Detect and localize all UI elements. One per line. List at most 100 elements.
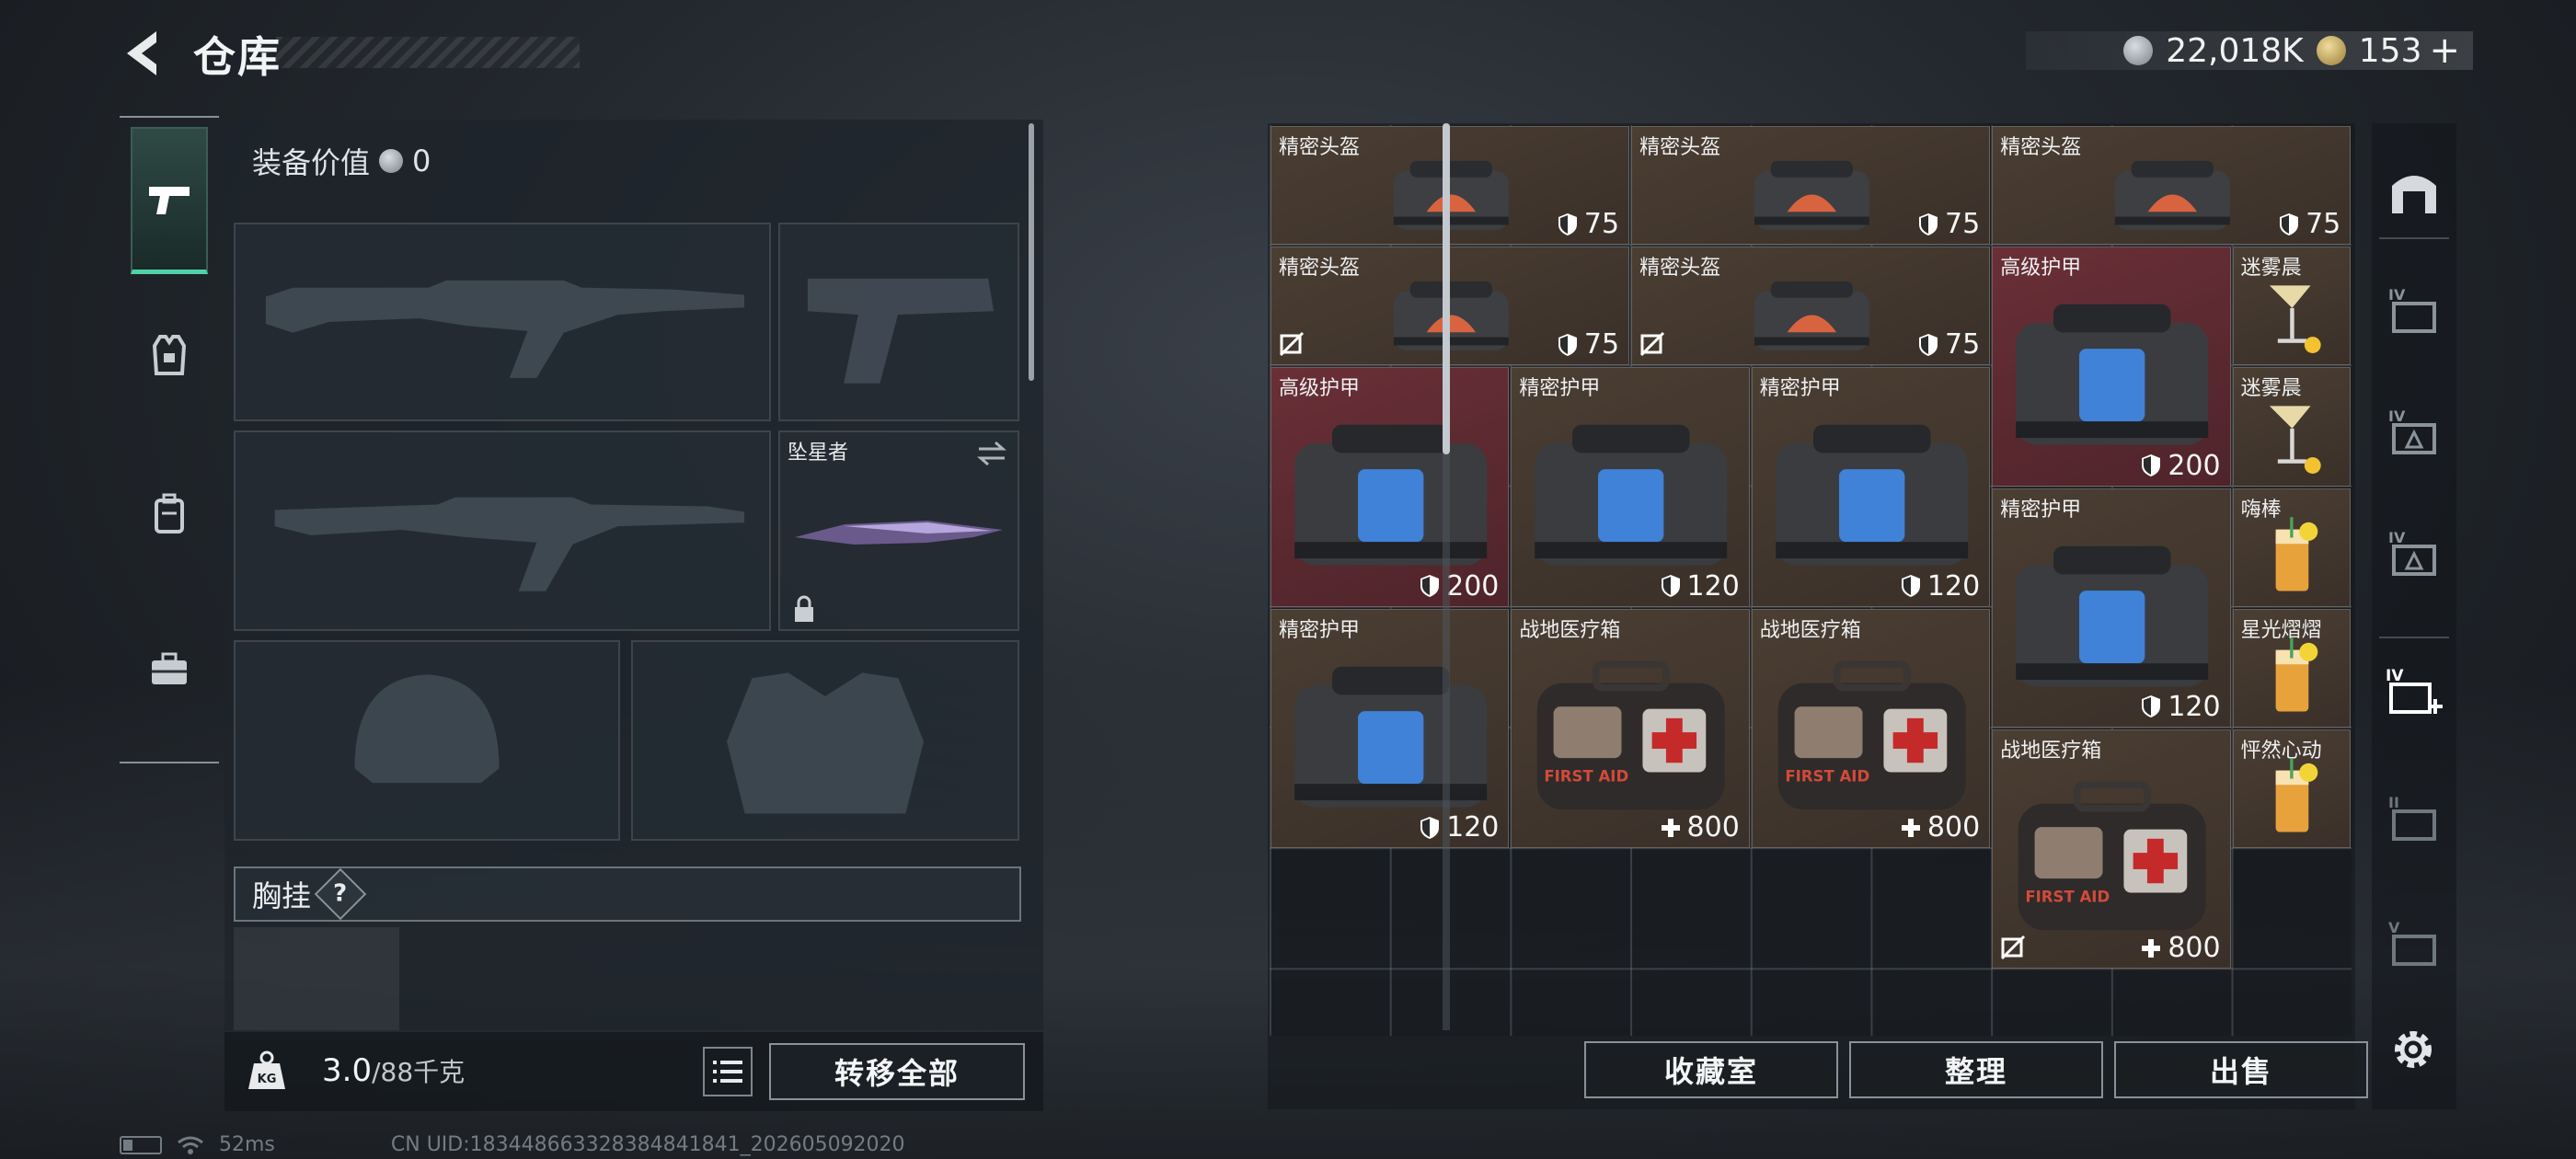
equipment-value-amount: 0 <box>412 143 431 178</box>
cocktail-glass-icon <box>2270 285 2322 354</box>
list-view-button[interactable] <box>703 1047 753 1096</box>
page-title: 仓库 <box>193 32 282 82</box>
organize-button[interactable]: 整理 <box>1849 1041 2103 1098</box>
sell-button[interactable]: 出售 <box>2114 1041 2368 1098</box>
no-insure-icon <box>1279 332 1305 357</box>
item-name: 高级护甲 <box>2000 257 2082 281</box>
chest-rig-label: 胸挂 <box>252 878 312 913</box>
handgun-silhouette-icon <box>807 278 995 384</box>
inventory-item[interactable]: 精密护甲 120 <box>1751 367 1991 607</box>
inventory-item[interactable]: 迷雾晨 <box>2232 247 2352 366</box>
silver-coin-icon <box>379 149 404 173</box>
item-name: 高级护甲 <box>1279 377 1361 401</box>
helmet-bag-art-icon <box>2114 160 2230 230</box>
back-arrow-icon <box>127 31 156 75</box>
equipment-value-label: 装备价值 <box>252 145 371 180</box>
item-stat: 200 <box>2140 450 2221 482</box>
primary-weapon-slot[interactable] <box>234 223 771 421</box>
silver-amount: 22,018K <box>2166 31 2304 70</box>
melee-slot[interactable]: 坠星者 <box>778 430 1019 631</box>
help-button[interactable]: ? <box>314 867 367 921</box>
warehouse-tab-iv-medical[interactable]: IV <box>2381 660 2447 727</box>
collection-room-button[interactable]: 收藏室 <box>1584 1041 1838 1098</box>
kg-badge-text: KG <box>258 1073 277 1086</box>
inventory-item[interactable]: 精密头盔 75 <box>1631 126 1991 246</box>
item-stat: 120 <box>2140 691 2221 723</box>
svg-text:IV: IV <box>2388 407 2406 425</box>
warehouse-scrollbar-thumb[interactable] <box>1443 123 1450 454</box>
pistol-icon <box>149 186 190 214</box>
inventory-item[interactable]: 精密护甲 120 <box>1992 488 2231 728</box>
settings-gear-icon[interactable] <box>2386 1023 2440 1076</box>
item-stat: 200 <box>1419 570 1499 602</box>
item-name: 战地医疗箱 <box>2000 740 2102 763</box>
transfer-all-button[interactable]: 转移全部 <box>769 1043 1025 1100</box>
shield-icon <box>2142 695 2161 718</box>
inventory-item[interactable]: 战地医疗箱 FIRST AID 800 <box>1511 608 1750 849</box>
svg-text:V: V <box>2388 919 2400 936</box>
silver-coin-icon <box>2123 36 2154 65</box>
chest-rig-slot[interactable] <box>234 927 399 1030</box>
category-supplies-tab[interactable] <box>131 596 208 743</box>
inventory-item[interactable]: 精密头盔 75 <box>1271 126 1630 246</box>
inventory-item[interactable]: 战地医疗箱 FIRST AID 800 <box>1992 729 2231 970</box>
back-button[interactable] <box>118 26 166 81</box>
weight-kg-icon: KG <box>248 1050 285 1089</box>
svg-text:II: II <box>2388 794 2399 811</box>
inventory-item[interactable]: 精密护甲 120 <box>1511 367 1750 607</box>
carry-weight-capacity: /88千克 <box>372 1057 466 1087</box>
medkit-label-text: FIRST AID <box>1785 767 1869 785</box>
inventory-item[interactable]: 高级护甲 200 <box>1992 247 2231 487</box>
medkit-art-icon: FIRST AID <box>1537 660 1726 810</box>
loadout-scrollbar[interactable] <box>1029 123 1034 381</box>
warehouse-door-icon <box>2392 176 2436 213</box>
add-gold-button[interactable]: + <box>2429 29 2460 72</box>
inventory-item[interactable]: 迷雾晨 <box>2232 367 2352 487</box>
item-name: 精密头盔 <box>1279 257 1361 281</box>
item-name: 战地医疗箱 <box>1759 618 1861 642</box>
inventory-item[interactable]: 精密头盔 75 <box>1631 247 1991 366</box>
heal-plus-icon <box>1901 818 1920 837</box>
shield-icon <box>1919 212 1938 235</box>
category-weapons-tab[interactable] <box>131 127 208 274</box>
item-stat-value: 120 <box>1686 569 1740 602</box>
item-name: 精密护甲 <box>1279 618 1361 642</box>
medkit-label-text: FIRST AID <box>1545 767 1629 785</box>
helmet-slot[interactable] <box>234 640 620 841</box>
inventory-item[interactable]: 星光熠熠 <box>2232 608 2352 728</box>
item-name: 精密头盔 <box>2000 136 2082 159</box>
tab-separator <box>2379 637 2449 638</box>
warehouse-tab-v[interactable]: V <box>2381 911 2447 977</box>
svg-text:IV: IV <box>2388 286 2406 304</box>
category-armor-tab[interactable] <box>131 281 208 429</box>
drink-glass-icon <box>2276 637 2318 712</box>
inventory-item[interactable]: 怦然心动 <box>2232 729 2352 849</box>
item-stat: 75 <box>1917 208 1980 240</box>
inventory-item[interactable]: 高级护甲 200 <box>1271 367 1510 607</box>
body-armor-slot[interactable] <box>631 640 1019 841</box>
helmet-bag-art-icon <box>1754 160 1869 230</box>
inventory-item[interactable]: 精密护甲 120 <box>1271 608 1510 849</box>
category-backpack-tab[interactable] <box>131 440 208 587</box>
item-stat: 800 <box>2140 932 2221 965</box>
warehouse-tab-iv-2[interactable]: IV <box>2381 399 2447 465</box>
inventory-item[interactable]: 精密头盔 75 <box>1271 247 1630 366</box>
swap-icon[interactable] <box>975 440 1008 467</box>
item-stat-value: 75 <box>1583 208 1620 241</box>
item-stat-value: 800 <box>2168 932 2221 965</box>
shield-icon <box>1558 333 1577 356</box>
secondary-weapon-slot[interactable] <box>234 430 771 631</box>
warehouse-tab-all[interactable] <box>2381 158 2447 224</box>
warehouse-tab-iv-3[interactable]: IV <box>2381 521 2447 587</box>
warehouse-tab-ii[interactable]: II <box>2381 786 2447 852</box>
item-stat: 75 <box>1557 208 1619 240</box>
inventory-item[interactable]: 嗨棒 <box>2232 488 2352 607</box>
item-stat-value: 120 <box>1926 569 1981 602</box>
inventory-item[interactable]: 精密头盔 75 <box>1992 126 2352 246</box>
item-stat: 120 <box>1660 570 1740 602</box>
gold-coin-icon <box>2316 36 2346 65</box>
warehouse-tab-iv-1[interactable]: IV <box>2381 278 2447 344</box>
inventory-item[interactable]: 战地医疗箱 FIRST AID 800 <box>1751 608 1991 849</box>
pistol-slot[interactable] <box>778 223 1019 421</box>
shield-icon <box>1558 212 1577 235</box>
